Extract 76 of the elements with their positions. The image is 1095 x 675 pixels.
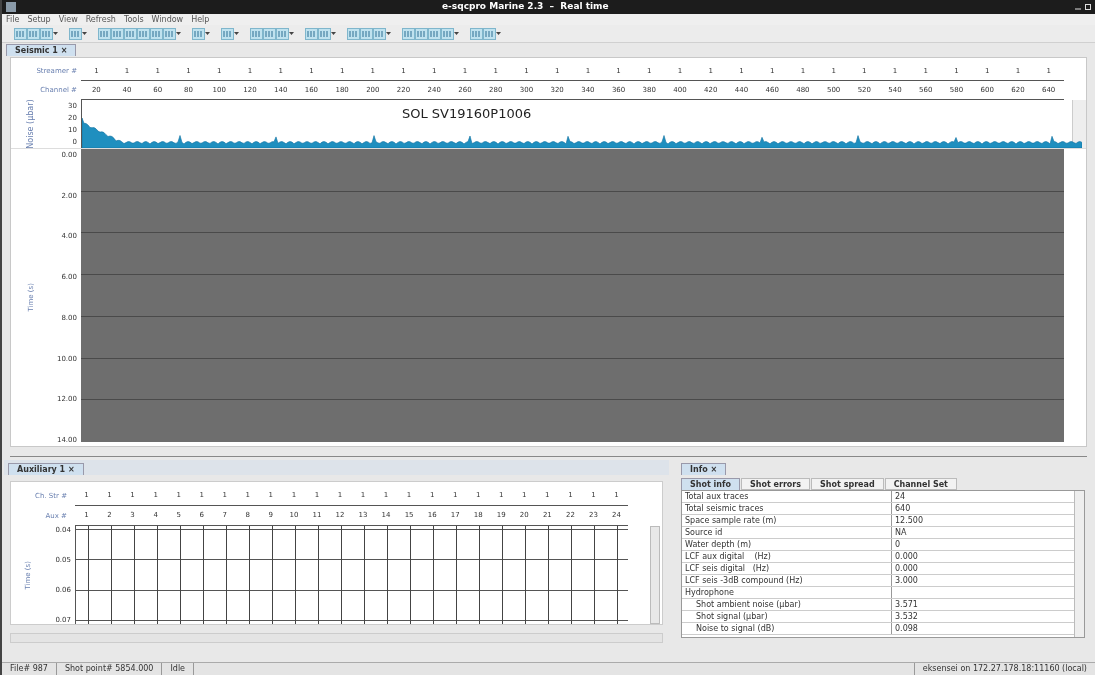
property-name: Hydrophone xyxy=(682,587,892,598)
tab[interactable]: Auxiliary 1 × xyxy=(8,463,84,475)
menu-item[interactable]: Window xyxy=(151,13,184,26)
maximize-icon[interactable] xyxy=(1085,4,1091,10)
chart-tool-icon[interactable] xyxy=(137,27,150,40)
scrollbar[interactable] xyxy=(1072,100,1086,148)
chart-tool-icon[interactable] xyxy=(347,27,360,40)
property-name: Source id xyxy=(682,527,892,538)
chart-tool-icon[interactable] xyxy=(402,27,415,40)
chart-tool-icon[interactable] xyxy=(415,27,428,40)
axis-label: Noise (µbar) xyxy=(25,99,36,149)
tab[interactable]: Info × xyxy=(681,463,727,475)
scrollbar[interactable] xyxy=(10,633,663,643)
chart-tool-icon[interactable] xyxy=(360,27,373,40)
status-text: Idle xyxy=(162,663,195,675)
caret-icon[interactable] xyxy=(289,31,294,36)
property-value: 640 xyxy=(894,503,911,514)
chart-tool-icon[interactable] xyxy=(263,27,276,40)
property-name: LCF seis digital (Hz) xyxy=(682,563,892,574)
property-value: 12.500 xyxy=(894,515,923,526)
tab[interactable]: Shot errors xyxy=(741,478,811,490)
chart-tool-icon[interactable] xyxy=(27,27,40,40)
property-name: LCF aux digital (Hz) xyxy=(682,551,892,562)
property-value: 0.098 xyxy=(894,623,918,634)
property-name: Shot ambient noise (µbar) xyxy=(682,599,892,610)
scrollbar[interactable] xyxy=(1074,491,1084,637)
scrollbar[interactable] xyxy=(650,526,660,624)
menu-item[interactable]: Setup xyxy=(27,13,51,26)
chart-title: SOL SV19160P1006 xyxy=(402,105,532,123)
property-name: Total seismic traces xyxy=(682,503,892,514)
property-value: NA xyxy=(894,527,907,538)
status-text: Shot point# 5854.000 xyxy=(56,663,163,675)
menu-item[interactable]: Refresh xyxy=(85,13,116,26)
menu-item[interactable]: View xyxy=(58,13,78,26)
caret-icon[interactable] xyxy=(331,31,336,36)
property-name: Shot signal (µbar) xyxy=(682,611,892,622)
property-value: 24 xyxy=(894,491,906,502)
connection-status: eksensei on 172.27.178.18:11160 (local) xyxy=(913,663,1095,675)
chart-tool-icon[interactable] xyxy=(150,27,163,40)
chart-tool-icon[interactable] xyxy=(305,27,318,40)
app-icon xyxy=(6,2,16,12)
chart-tool-icon[interactable] xyxy=(428,27,441,40)
caret-icon[interactable] xyxy=(454,31,459,36)
property-name: Total aux traces xyxy=(682,491,892,502)
chart-tool-icon[interactable] xyxy=(124,27,137,40)
property-value: 3.532 xyxy=(894,611,918,622)
chart-tool-icon[interactable] xyxy=(470,27,483,40)
tab[interactable]: Seismic 1 × xyxy=(6,44,77,56)
property-name: Water depth (m) xyxy=(682,539,892,550)
caret-icon[interactable] xyxy=(205,31,210,36)
caret-icon[interactable] xyxy=(386,31,391,36)
chart-tool-icon[interactable] xyxy=(14,27,27,40)
property-name: LCF seis -3dB compound (Hz) xyxy=(682,575,892,586)
menu-item[interactable]: Tools xyxy=(123,13,144,26)
caret-icon[interactable] xyxy=(53,31,58,36)
property-value: 0.000 xyxy=(894,563,918,574)
window-title: e-sqcpro Marine 2.3 – Real time xyxy=(442,0,609,14)
caret-icon[interactable] xyxy=(176,31,181,36)
property-value: 3.571 xyxy=(894,599,918,610)
caret-icon[interactable] xyxy=(82,31,87,36)
caret-icon[interactable] xyxy=(496,31,501,36)
chart-tool-icon[interactable] xyxy=(111,27,124,40)
property-value: 3.000 xyxy=(894,575,918,586)
tab[interactable]: Shot spread xyxy=(811,478,884,490)
menu-item[interactable]: Help xyxy=(191,13,210,26)
caret-icon[interactable] xyxy=(234,31,239,36)
status-text: File# 987 xyxy=(2,663,57,675)
property-value: 0 xyxy=(894,539,901,550)
chart-tool-icon[interactable] xyxy=(250,27,263,40)
property-value: 0.000 xyxy=(894,551,918,562)
chart-tool-icon[interactable] xyxy=(98,27,111,40)
menu-item[interactable]: File xyxy=(6,13,20,26)
tab[interactable]: Shot info xyxy=(681,478,740,490)
property-name: Space sample rate (m) xyxy=(682,515,892,526)
property-name: Noise to signal (dB) xyxy=(682,623,892,634)
tab[interactable]: Channel Set xyxy=(884,478,957,490)
